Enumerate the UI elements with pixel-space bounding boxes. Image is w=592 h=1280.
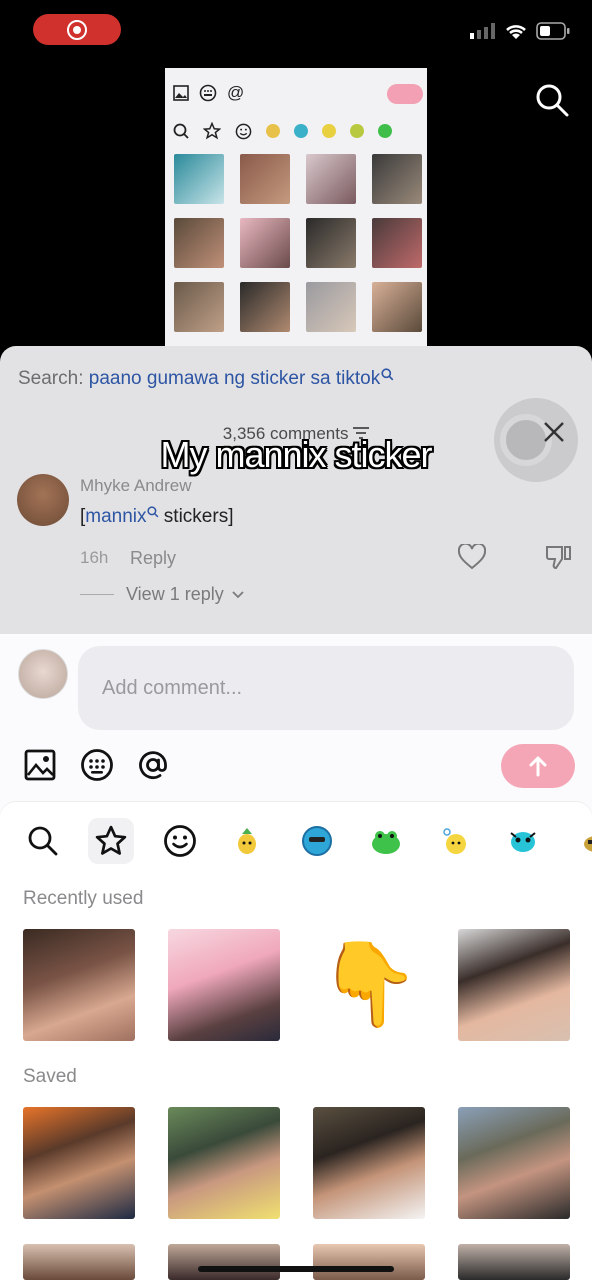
wifi-icon bbox=[506, 25, 526, 39]
send-button[interactable] bbox=[501, 744, 575, 788]
search-icon[interactable] bbox=[534, 82, 570, 118]
dislike-icon[interactable] bbox=[544, 544, 572, 570]
view-replies-button[interactable]: View 1 reply bbox=[80, 584, 244, 605]
comment-input[interactable] bbox=[78, 646, 574, 730]
smiley-icon bbox=[164, 825, 196, 857]
sticker-yellow-duck-icon bbox=[443, 828, 466, 854]
comment-text-rest: stickers] bbox=[158, 506, 234, 527]
sticker-thumbnail bbox=[174, 282, 224, 332]
tab-sticker-yellow-duck[interactable] bbox=[432, 818, 478, 864]
sticker-thumbnail[interactable] bbox=[313, 1244, 425, 1280]
tab-sticker-blue-creature[interactable] bbox=[294, 818, 340, 864]
battery-icon bbox=[536, 22, 570, 40]
emoji-keyboard-icon[interactable] bbox=[80, 748, 114, 782]
video-caption-overlay: My mannix sticker bbox=[160, 434, 432, 475]
home-indicator[interactable] bbox=[198, 1266, 394, 1272]
screen-record-indicator[interactable] bbox=[33, 14, 121, 45]
tab-search[interactable] bbox=[20, 818, 66, 864]
sticker-thumbnail[interactable] bbox=[23, 1107, 135, 1219]
sticker-thumbnail bbox=[372, 218, 422, 268]
search-icon bbox=[146, 506, 158, 518]
image-icon[interactable] bbox=[23, 748, 57, 782]
comment-time: 16h bbox=[80, 548, 109, 567]
sticker-panel: Recently used 👇 Saved bbox=[0, 802, 592, 1280]
sticker-tag-link[interactable]: mannix bbox=[85, 506, 146, 527]
sticker-thumbnail[interactable] bbox=[458, 1107, 570, 1219]
comment-composer: Recently used 👇 Saved bbox=[0, 634, 592, 1280]
sticker-pineapple-icon bbox=[238, 828, 256, 854]
sticker-thumbnail[interactable] bbox=[168, 1244, 280, 1280]
sticker-blue-creature-icon bbox=[294, 124, 308, 138]
chevron-down-icon bbox=[232, 590, 244, 598]
sticker-yellow-duck-icon bbox=[322, 124, 336, 138]
sticker-thumbnail[interactable] bbox=[168, 929, 280, 1041]
sticker-pineapple-icon bbox=[350, 124, 364, 138]
sticker-thumbnail[interactable] bbox=[313, 1107, 425, 1219]
sticker-thumbnail bbox=[240, 282, 290, 332]
sticker-thumbnail bbox=[372, 154, 422, 204]
sticker-thumbnail bbox=[174, 154, 224, 204]
sticker-thumbnail bbox=[306, 282, 356, 332]
search-icon bbox=[28, 826, 58, 856]
sticker-thumbnail bbox=[306, 218, 356, 268]
comment-text: [mannix stickers] bbox=[80, 506, 233, 528]
comments-panel: Search: paano gumawa ng sticker sa tikto… bbox=[0, 346, 592, 646]
sticker-green-frog-icon bbox=[378, 124, 392, 138]
sticker-thumbnail bbox=[174, 218, 224, 268]
at-mention-icon: @ bbox=[227, 83, 245, 102]
emoji-keyboard-icon bbox=[199, 84, 217, 102]
tab-favorites[interactable] bbox=[88, 818, 134, 864]
sticker-blue-creature-icon bbox=[302, 826, 332, 856]
tab-sticker-teal-creature[interactable] bbox=[500, 818, 546, 864]
sticker-thumbnail bbox=[306, 154, 356, 204]
sticker-partial-icon bbox=[584, 836, 592, 852]
screen-record-icon bbox=[67, 19, 87, 40]
send-arrow-icon bbox=[529, 756, 547, 777]
tab-sticker-pineapple[interactable] bbox=[224, 818, 270, 864]
view-replies-label: View 1 reply bbox=[126, 584, 224, 604]
sticker-thumbnail[interactable] bbox=[458, 929, 570, 1041]
at-mention-icon[interactable] bbox=[136, 748, 170, 782]
related-search[interactable]: Search: paano gumawa ng sticker sa tikto… bbox=[18, 368, 394, 390]
recently-used-label: Recently used bbox=[23, 888, 144, 909]
smiley-icon bbox=[235, 123, 252, 139]
sticker-thumbnail[interactable] bbox=[23, 1244, 135, 1280]
sticker-tabs bbox=[0, 814, 592, 870]
preview-tabs bbox=[165, 118, 427, 144]
sticker-thumbnail bbox=[240, 154, 290, 204]
image-icon bbox=[173, 85, 189, 101]
status-icons bbox=[470, 22, 570, 40]
sticker-thumbnail bbox=[372, 282, 422, 332]
avatar[interactable] bbox=[17, 474, 69, 526]
comment-author[interactable]: Mhyke Andrew bbox=[80, 476, 192, 496]
tab-sticker-partial[interactable] bbox=[566, 818, 592, 864]
preview-sticker-grid bbox=[165, 144, 427, 342]
heart-icon[interactable] bbox=[458, 544, 486, 570]
saved-label: Saved bbox=[23, 1066, 77, 1087]
pointing-down-emoji[interactable]: 👇 bbox=[313, 929, 425, 1041]
search-prefix: Search: bbox=[18, 368, 89, 389]
star-icon bbox=[95, 825, 127, 855]
avatar bbox=[18, 649, 68, 699]
sticker-teal-creature-icon bbox=[510, 832, 536, 852]
search-query[interactable]: paano gumawa ng sticker sa tiktok bbox=[89, 368, 381, 389]
sticker-thumbnail bbox=[240, 218, 290, 268]
preview-toolbar: @ bbox=[165, 68, 427, 118]
search-icon bbox=[381, 368, 394, 381]
tab-emoji[interactable] bbox=[157, 818, 203, 864]
divider bbox=[80, 594, 114, 595]
signal-bars-icon bbox=[470, 23, 495, 39]
video-preview[interactable]: @ bbox=[165, 68, 427, 350]
star-icon bbox=[203, 122, 221, 140]
sticker-thumbnail[interactable] bbox=[168, 1107, 280, 1219]
search-icon bbox=[173, 123, 189, 139]
sticker-thumbnail[interactable] bbox=[23, 929, 135, 1041]
sticker-green-frog-icon bbox=[372, 831, 400, 854]
tab-sticker-green-frog[interactable] bbox=[363, 818, 409, 864]
sticker-thumbnail[interactable] bbox=[458, 1244, 570, 1280]
reply-button[interactable]: Reply bbox=[130, 548, 176, 569]
send-arrow-icon bbox=[387, 84, 423, 104]
sticker-pineapple-icon bbox=[266, 124, 280, 138]
